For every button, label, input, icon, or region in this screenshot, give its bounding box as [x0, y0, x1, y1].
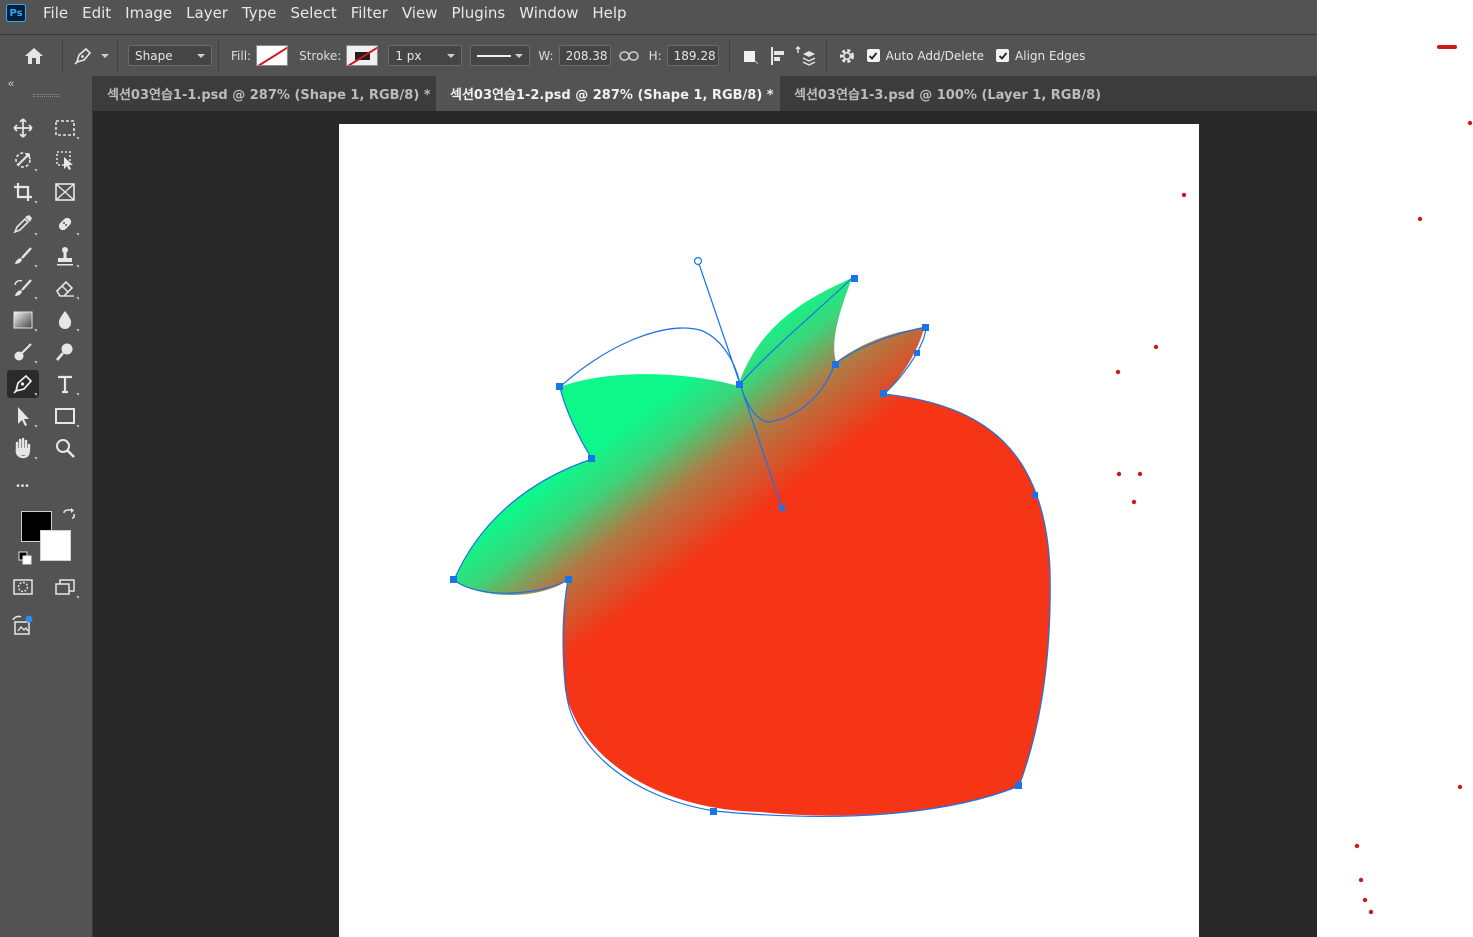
- photoshop-logo-icon[interactable]: Ps: [6, 4, 26, 22]
- marquee-tool-icon[interactable]: [49, 114, 81, 142]
- menu-filter[interactable]: Filter: [344, 0, 395, 26]
- tab-document-3[interactable]: 섹션03연습1-3.psd @ 100% (Layer 1, RGB/8) ×: [780, 76, 1106, 111]
- menu-plugins[interactable]: Plugins: [444, 0, 512, 26]
- tab-label: 섹션03연습1-2.psd @ 287% (Shape 1, RGB/8) *: [450, 88, 774, 103]
- gradient-tool-icon[interactable]: [7, 306, 39, 334]
- chevron-down-icon: [197, 54, 205, 58]
- background-color-swatch[interactable]: [40, 530, 71, 561]
- swap-colors-icon[interactable]: [62, 508, 76, 527]
- brush-tool-icon[interactable]: [7, 242, 39, 270]
- options-divider: [825, 40, 827, 71]
- menu-edit[interactable]: Edit: [75, 0, 118, 26]
- align-edges-label[interactable]: Align Edges: [1015, 49, 1085, 63]
- path-operations-icon[interactable]: [736, 42, 764, 70]
- type-tool-icon[interactable]: [49, 370, 81, 398]
- stroke-type-select[interactable]: [470, 45, 531, 66]
- path-arrangement-icon[interactable]: [792, 42, 820, 70]
- stroke-width-value: 1 px: [395, 48, 422, 63]
- hand-tool-icon[interactable]: [7, 434, 39, 462]
- collapse-panel-icon[interactable]: «: [8, 78, 14, 90]
- panel-grip[interactable]: [33, 94, 59, 97]
- tab-document-2[interactable]: 섹션03연습1-2.psd @ 287% (Shape 1, RGB/8) * …: [436, 76, 780, 111]
- tab-label: 섹션03연습1-1.psd @ 287% (Shape 1, RGB/8) *: [107, 88, 431, 103]
- fill-swatch[interactable]: [256, 45, 289, 66]
- control-handle[interactable]: [693, 256, 703, 266]
- path-selection-tool-icon[interactable]: [7, 402, 39, 430]
- menu-type[interactable]: Type: [235, 0, 283, 26]
- options-divider: [728, 40, 730, 71]
- menu-bar: Ps File Edit Image Layer Type Select Fil…: [0, 0, 1317, 26]
- blur-tool-icon[interactable]: [49, 306, 81, 334]
- chevron-down-icon: [447, 54, 456, 58]
- options-divider: [218, 40, 219, 71]
- red-dots: [1115, 192, 1187, 505]
- chevron-down-icon: [515, 54, 524, 58]
- frame-tool-icon[interactable]: [49, 178, 81, 206]
- auto-add-delete-checkbox[interactable]: [866, 49, 880, 62]
- auto-add-delete-label[interactable]: Auto Add/Delete: [886, 49, 984, 63]
- pen-tool-preset-icon[interactable]: [69, 42, 97, 70]
- height-input[interactable]: 189.28: [666, 45, 719, 66]
- menu-layer[interactable]: Layer: [179, 0, 235, 26]
- healing-brush-tool-icon[interactable]: [49, 210, 81, 238]
- tool-mode-select[interactable]: Shape: [128, 45, 212, 66]
- stroke-swatch[interactable]: [346, 45, 379, 66]
- width-input[interactable]: 208.38: [558, 45, 611, 66]
- link-icon[interactable]: [615, 42, 643, 70]
- options-divider: [62, 40, 63, 71]
- options-bar: Shape Fill: Stroke: 1 px W: 208.38 H: 18…: [0, 34, 1317, 76]
- height-label: H:: [648, 48, 662, 63]
- move-tool-icon[interactable]: [7, 114, 39, 142]
- screen-mode-icon[interactable]: [49, 573, 81, 601]
- fill-label: Fill:: [231, 48, 252, 63]
- path-alignment-icon[interactable]: [764, 42, 792, 70]
- artwork: [450, 192, 1187, 817]
- desktop-area: [1317, 0, 1473, 937]
- tools-panel: « •••: [0, 76, 93, 937]
- gear-icon[interactable]: [833, 42, 861, 70]
- menu-file[interactable]: File: [36, 0, 75, 26]
- eyedropper-tool-icon[interactable]: [7, 210, 39, 238]
- menu-image[interactable]: Image: [118, 0, 179, 26]
- tab-label: 섹션03연습1-3.psd @ 100% (Layer 1, RGB/8): [794, 88, 1102, 103]
- tool-mode-value: Shape: [135, 48, 173, 63]
- generative-edit-icon[interactable]: [7, 612, 39, 640]
- width-value: 208.38: [565, 48, 608, 63]
- dodge-tool-icon[interactable]: [7, 338, 39, 366]
- desktop-red-marks: [1354, 45, 1473, 915]
- pen-tool-icon[interactable]: [7, 370, 39, 398]
- width-label: W:: [538, 48, 554, 63]
- crop-tool-icon[interactable]: [7, 178, 39, 206]
- quick-selection-tool-icon[interactable]: [49, 146, 81, 174]
- align-edges-checkbox[interactable]: [996, 49, 1010, 62]
- object-selection-tool-icon[interactable]: [7, 146, 39, 174]
- menu-window[interactable]: Window: [512, 0, 585, 26]
- home-icon[interactable]: [20, 42, 48, 70]
- height-value: 189.28: [673, 48, 716, 63]
- clone-stamp-tool-icon[interactable]: [49, 242, 81, 270]
- menu-view[interactable]: View: [395, 0, 445, 26]
- quick-mask-icon[interactable]: [7, 573, 39, 601]
- chevron-down-icon[interactable]: [97, 49, 111, 63]
- history-brush-tool-icon[interactable]: [7, 274, 39, 302]
- document-tabs: 섹션03연습1-1.psd @ 287% (Shape 1, RGB/8) * …: [93, 76, 1317, 111]
- no-stroke-slash-icon: [347, 46, 378, 65]
- stroke-type-line: [477, 54, 512, 57]
- menu-select[interactable]: Select: [283, 0, 343, 26]
- menu-help[interactable]: Help: [585, 0, 633, 26]
- more-tools-icon[interactable]: •••: [7, 472, 39, 500]
- stroke-width-input[interactable]: 1 px: [388, 45, 463, 66]
- apple-shape[interactable]: [454, 278, 1051, 816]
- document-canvas[interactable]: [339, 124, 1199, 937]
- rectangle-tool-icon[interactable]: [49, 402, 81, 430]
- options-divider: [117, 40, 118, 71]
- zoom-search-tool-icon[interactable]: [49, 338, 81, 366]
- default-colors-icon[interactable]: [18, 551, 32, 570]
- eraser-tool-icon[interactable]: [49, 274, 81, 302]
- no-fill-slash-icon: [257, 46, 288, 65]
- tab-document-1[interactable]: 섹션03연습1-1.psd @ 287% (Shape 1, RGB/8) * …: [93, 76, 436, 111]
- zoom-tool-icon[interactable]: [49, 434, 81, 462]
- stroke-label: Stroke:: [299, 48, 342, 63]
